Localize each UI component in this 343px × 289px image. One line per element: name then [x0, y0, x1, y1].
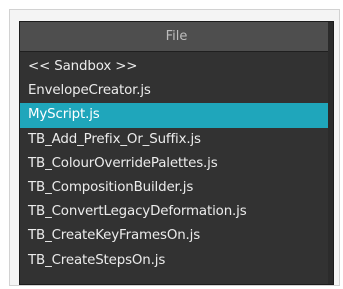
file-list: << Sandbox >> EnvelopeCreator.js MyScrip… — [20, 55, 333, 273]
file-list-item[interactable]: TB_ColourOverridePalettes.js — [20, 152, 333, 176]
file-list-item[interactable]: TB_ConvertLegacyDeformation.js — [20, 200, 333, 224]
file-column-header[interactable]: File — [20, 22, 333, 52]
file-list-item[interactable]: EnvelopeCreator.js — [20, 79, 333, 103]
file-list-panel: File << Sandbox >> EnvelopeCreator.js My… — [19, 21, 334, 285]
file-list-item[interactable]: TB_CreateKeyFramesOn.js — [20, 224, 333, 248]
file-list-item-selected[interactable]: MyScript.js — [20, 103, 333, 128]
list-scroll-gutter[interactable] — [328, 22, 333, 284]
file-list-item[interactable]: TB_CreateStepsOn.js — [20, 249, 333, 273]
file-list-item[interactable]: << Sandbox >> — [20, 55, 333, 79]
file-list-item[interactable]: TB_Add_Prefix_Or_Suffix.js — [20, 128, 333, 152]
file-column-header-label: File — [165, 29, 188, 44]
file-list-item[interactable]: TB_CompositionBuilder.js — [20, 176, 333, 200]
